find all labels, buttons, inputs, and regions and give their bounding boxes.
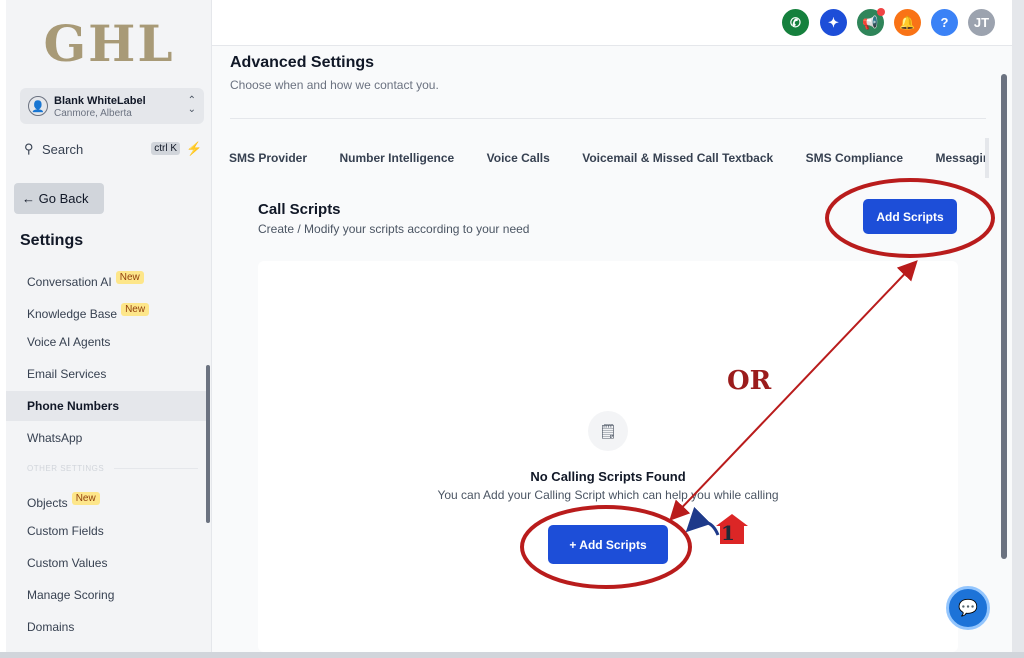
tabs-scroll-edge [985,138,989,178]
new-badge: New [115,271,144,284]
sidebar-item-label: Voice AI Agents [27,335,111,349]
sidebar-item-objects[interactable]: Objects New [6,484,206,514]
search-icon: ⚲ [24,141,34,156]
sidebar-item-manage-scoring[interactable]: Manage Scoring [6,580,206,610]
settings-tabs: SMS Provider Number Intelligence Voice C… [229,149,987,169]
user-icon: 👤 [28,96,48,116]
phone-icon[interactable]: ✆ [782,9,809,36]
notification-dot [877,8,885,16]
other-settings-label: OTHER SETTINGS [27,464,105,473]
topbar: ✆ ✦ 📢 🔔 ? JT [212,0,1012,46]
sidebar-item-label: WhatsApp [27,431,83,445]
sidebar-item-label: Conversation AI [27,275,112,289]
sidebar-item-whatsapp[interactable]: WhatsApp [6,423,206,453]
empty-state-title: No Calling Scripts Found [530,469,686,484]
sidebar-item-label: Custom Values [27,556,108,570]
sidebar-item-label: Phone Numbers [27,399,120,413]
sidebar-item-email-services[interactable]: Email Services [6,359,206,389]
go-back-button[interactable]: ← Go Back [14,183,104,214]
divider [230,118,986,119]
settings-title: Settings [20,232,84,249]
bell-icon[interactable]: 🔔 [894,9,921,36]
account-location: Canmore, Alberta [54,108,132,119]
page-title: Advanced Settings [230,54,375,71]
empty-state-subtitle: You can Add your Calling Script which ca… [437,488,779,502]
help-icon[interactable]: ? [931,9,958,36]
sidebar-item-label: Custom Fields [27,524,104,538]
add-scripts-center-button[interactable]: + Add Scripts [548,525,668,564]
or-annotation: OR [727,366,772,396]
sidebar-item-label: Domains [27,620,75,634]
sidebar-item-conversation-ai[interactable]: Conversation AI New [6,263,206,293]
script-icon: 🗒 [588,411,628,451]
sidebar-item-phone-numbers[interactable]: Phone Numbers [6,391,206,421]
sidebar-item-custom-values[interactable]: Custom Values [6,548,206,578]
account-switcher[interactable]: 👤 Blank WhiteLabel Canmore, Alberta ⌃ ⌄ [20,88,204,124]
user-avatar[interactable]: JT [968,9,995,36]
sidebar: GHL 👤 Blank WhiteLabel Canmore, Alberta … [6,0,212,652]
search-input[interactable]: ⚲ Search ctrl K [20,138,184,160]
tab-messaging[interactable]: Messaging [935,151,987,165]
tab-voicemail-missed-call[interactable]: Voicemail & Missed Call Textback [582,151,773,165]
main-scrollbar[interactable] [1001,74,1007,559]
divider [114,468,198,469]
main-content: Advanced Settings Choose when and how we… [212,46,1012,652]
step-number: 1 [721,521,735,545]
section-subtitle: Create / Modify your scripts according t… [258,222,530,236]
sidebar-item-voice-ai-agents[interactable]: Voice AI Agents [6,327,206,357]
tab-voice-calls[interactable]: Voice Calls [487,151,550,165]
window-edge [1012,0,1024,658]
new-badge: New [71,492,100,505]
window-edge [0,652,1024,658]
megaphone-icon[interactable]: 📢 [857,8,885,36]
section-title: Call Scripts [258,201,341,218]
tab-number-intelligence[interactable]: Number Intelligence [339,151,454,165]
page-subtitle: Choose when and how we contact you. [230,78,439,92]
sidebar-item-label: Email Services [27,367,107,381]
chevron-updown-icon: ⌃ ⌄ [187,95,196,115]
tab-sms-provider[interactable]: SMS Provider [229,151,307,165]
sidebar-item-domains[interactable]: Domains [6,612,206,642]
new-badge: New [121,303,150,316]
account-name: Blank WhiteLabel [54,95,146,107]
search-shortcut: ctrl K [151,142,180,155]
magic-icon[interactable]: ✦ [820,9,847,36]
search-placeholder: Search [42,142,84,157]
sidebar-item-label: Manage Scoring [27,588,115,602]
tab-sms-compliance[interactable]: SMS Compliance [806,151,903,165]
chat-help-icon[interactable]: 💬 [946,586,990,630]
sidebar-item-knowledge-base[interactable]: Knowledge Base New [6,295,206,325]
add-scripts-button[interactable]: Add Scripts [863,199,957,234]
sidebar-item-custom-fields[interactable]: Custom Fields [6,516,206,546]
sidebar-item-label: Objects [27,496,68,510]
sidebar-item-label: Knowledge Base [27,307,118,321]
scripts-card: 🗒 No Calling Scripts Found You can Add y… [258,261,958,652]
sidebar-scrollbar[interactable] [206,365,210,523]
ghl-logo: GHL [43,14,175,73]
lightning-icon[interactable]: ⚡ [186,141,202,157]
